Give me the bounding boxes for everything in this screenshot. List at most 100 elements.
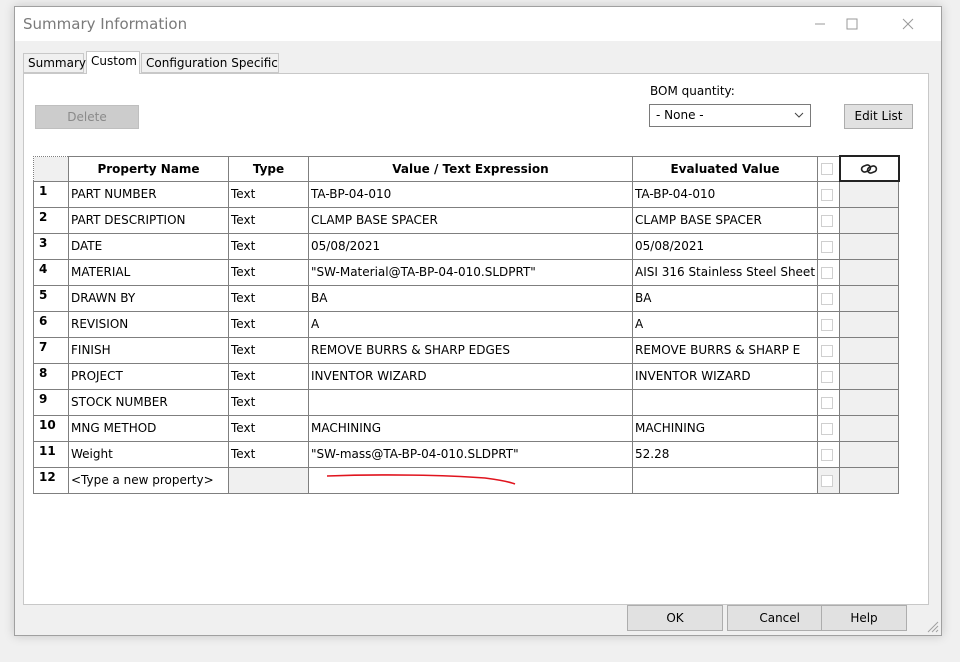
- type-cell[interactable]: Text: [228, 284, 309, 312]
- row-checkbox-cell[interactable]: [817, 466, 841, 494]
- property-name-cell[interactable]: Weight: [68, 440, 229, 468]
- table-row[interactable]: 7 FINISH Text REMOVE BURRS & SHARP EDGES…: [33, 336, 900, 364]
- row-checkbox[interactable]: [821, 370, 834, 383]
- table-row[interactable]: 8 PROJECT Text INVENTOR WIZARD INVENTOR …: [33, 362, 900, 390]
- type-cell[interactable]: Text: [228, 310, 309, 338]
- value-expression-cell[interactable]: INVENTOR WIZARD: [308, 362, 633, 390]
- resize-grip-icon[interactable]: [925, 619, 939, 633]
- type-cell[interactable]: Text: [228, 232, 309, 260]
- property-name-cell[interactable]: PROJECT: [68, 362, 229, 390]
- row-checkbox-cell[interactable]: [817, 310, 841, 338]
- row-number[interactable]: 12: [33, 466, 69, 494]
- row-checkbox[interactable]: [821, 266, 834, 279]
- row-number[interactable]: 3: [33, 232, 69, 260]
- value-expression-cell[interactable]: MACHINING: [308, 414, 633, 442]
- evaluated-value-header[interactable]: Evaluated Value: [631, 155, 819, 182]
- property-name-cell[interactable]: DRAWN BY: [68, 284, 229, 312]
- row-number[interactable]: 9: [33, 388, 69, 416]
- table-row[interactable]: 4 MATERIAL Text "SW-Material@TA-BP-04-01…: [33, 258, 900, 286]
- table-row[interactable]: 2 PART DESCRIPTION Text CLAMP BASE SPACE…: [33, 206, 900, 234]
- row-number[interactable]: 1: [33, 180, 69, 208]
- table-row[interactable]: 10 MNG METHOD Text MACHINING MACHINING: [33, 414, 900, 442]
- type-cell[interactable]: Text: [228, 362, 309, 390]
- type-cell[interactable]: Text: [228, 180, 309, 208]
- type-cell[interactable]: Text: [228, 440, 309, 468]
- row-number[interactable]: 6: [33, 310, 69, 338]
- new-property-name-cell[interactable]: <Type a new property>: [68, 466, 229, 494]
- select-all-checkbox[interactable]: [821, 163, 834, 175]
- type-header[interactable]: Type: [228, 155, 309, 182]
- value-expression-cell[interactable]: TA-BP-04-010: [308, 180, 633, 208]
- value-expression-cell[interactable]: REMOVE BURRS & SHARP EDGES: [308, 336, 633, 364]
- bom-quantity-select[interactable]: - None -: [649, 104, 811, 127]
- value-expression-cell[interactable]: A: [308, 310, 633, 338]
- edit-list-button[interactable]: Edit List: [844, 104, 913, 129]
- row-checkbox-cell[interactable]: [817, 258, 841, 286]
- table-row[interactable]: 1 PART NUMBER Text TA-BP-04-010 TA-BP-04…: [33, 180, 900, 208]
- row-number[interactable]: 11: [33, 440, 69, 468]
- row-checkbox[interactable]: [821, 240, 834, 253]
- row-checkbox-cell[interactable]: [817, 414, 841, 442]
- value-expression-cell[interactable]: "SW-Material@TA-BP-04-010.SLDPRT": [308, 258, 633, 286]
- table-row[interactable]: 3 DATE Text 05/08/2021 05/08/2021: [33, 232, 900, 260]
- row-checkbox[interactable]: [821, 214, 834, 227]
- row-checkbox[interactable]: [821, 292, 834, 305]
- row-checkbox-cell[interactable]: [817, 206, 841, 234]
- row-checkbox-cell[interactable]: [817, 232, 841, 260]
- row-number[interactable]: 2: [33, 206, 69, 234]
- tab-configuration-specific[interactable]: Configuration Specific: [141, 53, 279, 73]
- row-checkbox-cell[interactable]: [817, 284, 841, 312]
- row-number[interactable]: 10: [33, 414, 69, 442]
- property-name-cell[interactable]: REVISION: [68, 310, 229, 338]
- type-cell[interactable]: Text: [228, 388, 309, 416]
- table-row[interactable]: 5 DRAWN BY Text BA BA: [33, 284, 900, 312]
- tab-custom[interactable]: Custom: [86, 51, 140, 74]
- type-cell[interactable]: Text: [228, 258, 309, 286]
- row-checkbox-cell[interactable]: [817, 336, 841, 364]
- property-name-header[interactable]: Property Name: [68, 155, 229, 182]
- row-checkbox[interactable]: [821, 422, 834, 435]
- row-number[interactable]: 5: [33, 284, 69, 312]
- row-checkbox[interactable]: [821, 474, 834, 487]
- table-row[interactable]: 9 STOCK NUMBER Text: [33, 388, 900, 416]
- row-checkbox[interactable]: [821, 344, 834, 357]
- link-header[interactable]: [838, 155, 900, 182]
- property-name-cell[interactable]: PART DESCRIPTION: [68, 206, 229, 234]
- row-checkbox-cell[interactable]: [817, 180, 841, 208]
- property-name-cell[interactable]: MNG METHOD: [68, 414, 229, 442]
- row-number[interactable]: 8: [33, 362, 69, 390]
- property-name-cell[interactable]: STOCK NUMBER: [68, 388, 229, 416]
- cancel-button[interactable]: Cancel: [727, 605, 823, 631]
- type-cell[interactable]: Text: [228, 336, 309, 364]
- row-number-header[interactable]: [33, 155, 69, 182]
- title-bar[interactable]: Summary Information: [15, 7, 941, 41]
- property-name-cell[interactable]: PART NUMBER: [68, 180, 229, 208]
- close-button[interactable]: [885, 11, 931, 37]
- value-expression-cell[interactable]: 05/08/2021: [308, 232, 633, 260]
- property-name-cell[interactable]: MATERIAL: [68, 258, 229, 286]
- row-number[interactable]: 4: [33, 258, 69, 286]
- tab-summary[interactable]: Summary: [23, 53, 86, 73]
- row-number[interactable]: 7: [33, 336, 69, 364]
- value-expression-cell[interactable]: "SW-mass@TA-BP-04-010.SLDPRT": [308, 440, 633, 468]
- table-row[interactable]: 11 Weight Text "SW-mass@TA-BP-04-010.SLD…: [33, 440, 900, 468]
- row-checkbox-cell[interactable]: [817, 362, 841, 390]
- select-all-cell[interactable]: [817, 155, 841, 182]
- property-name-cell[interactable]: FINISH: [68, 336, 229, 364]
- row-checkbox[interactable]: [821, 318, 834, 331]
- type-cell[interactable]: Text: [228, 206, 309, 234]
- row-checkbox-cell[interactable]: [817, 440, 841, 468]
- value-expression-header[interactable]: Value / Text Expression: [308, 155, 633, 182]
- row-checkbox[interactable]: [821, 396, 834, 409]
- value-expression-cell[interactable]: BA: [308, 284, 633, 312]
- delete-button[interactable]: Delete: [35, 105, 139, 129]
- ok-button[interactable]: OK: [627, 605, 723, 631]
- property-name-cell[interactable]: DATE: [68, 232, 229, 260]
- value-expression-cell[interactable]: [308, 388, 633, 416]
- type-cell[interactable]: [228, 466, 309, 494]
- table-row[interactable]: 6 REVISION Text A A: [33, 310, 900, 338]
- row-checkbox-cell[interactable]: [817, 388, 841, 416]
- type-cell[interactable]: Text: [228, 414, 309, 442]
- row-checkbox[interactable]: [821, 448, 834, 461]
- row-checkbox[interactable]: [821, 188, 834, 201]
